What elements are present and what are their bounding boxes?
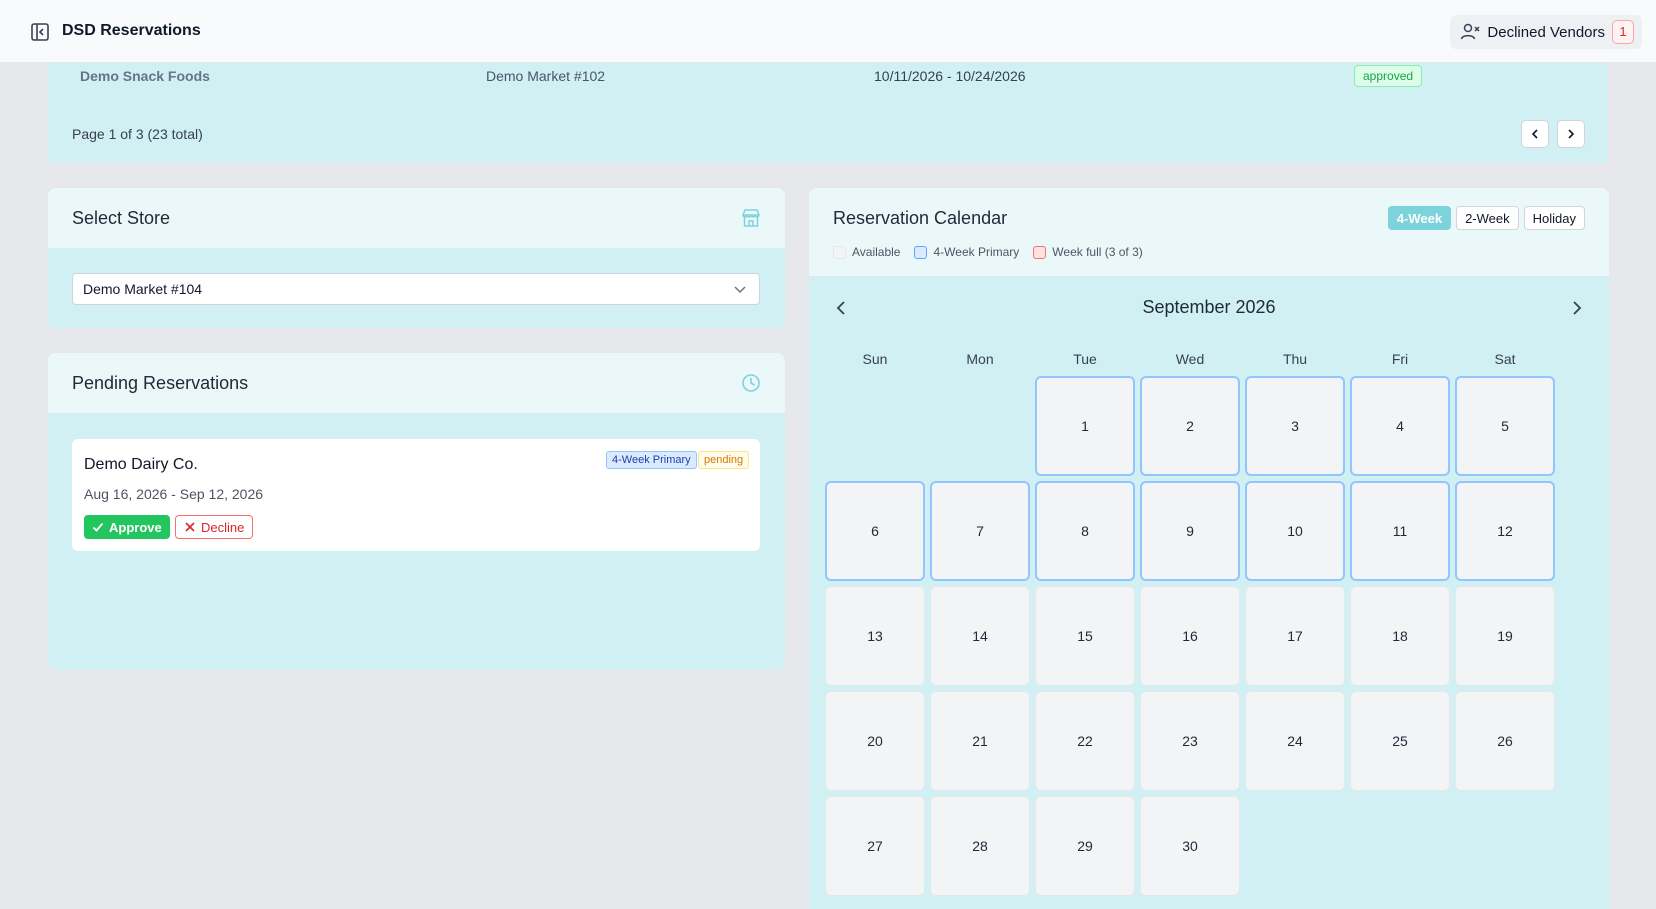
weekday-header: Wed [1175,351,1205,367]
legend-full: Week full (3 of 3) [1033,245,1143,259]
calendar-day[interactable]: 11 [1350,481,1450,581]
calendar-day[interactable]: 17 [1245,586,1345,686]
declined-vendors-label: Declined Vendors [1487,23,1605,41]
calendar-day[interactable]: 3 [1245,376,1345,476]
calendar-day[interactable]: 6 [825,481,925,581]
chevron-right-icon[interactable] [1567,298,1587,318]
weekday-header: Fri [1391,351,1409,367]
calendar-day[interactable]: 29 [1035,796,1135,896]
calendar-legend: Available 4-Week Primary Week full (3 of… [833,245,1143,259]
reservation-type-badge: 4-Week Primary [606,451,697,469]
decline-button[interactable]: Decline [175,515,254,539]
primary-swatch [914,245,928,259]
reservation-calendar-card: Reservation Calendar 4-Week 2-Week Holid… [809,188,1609,909]
top-bar: DSD Reservations Declined Vendors 1 [0,0,1656,63]
calendar-day[interactable]: 20 [825,691,925,791]
available-swatch [833,245,846,259]
approve-button[interactable]: Approve [84,515,170,539]
status-badge: approved [1354,65,1423,87]
declined-count-badge: 1 [1612,20,1634,44]
calendar-day[interactable]: 12 [1455,481,1555,581]
calendar-day[interactable]: 13 [825,586,925,686]
store-select[interactable]: Demo Market #104 [72,273,760,305]
calendar-day[interactable]: 19 [1455,586,1555,686]
calendar-day[interactable]: 1 [1035,376,1135,476]
sidebar-toggle-icon[interactable] [30,22,50,42]
weekday-header: Tue [1073,351,1097,367]
chevron-right-icon [1568,129,1575,139]
pagination-info: Page 1 of 3 (23 total) [72,126,203,142]
month-title: September 2026 [1142,297,1276,317]
previous-page-button[interactable] [1521,120,1549,148]
calendar-day[interactable]: 27 [825,796,925,896]
legend-primary-label: 4-Week Primary [933,245,1020,259]
legend-primary: 4-Week Primary [914,245,1019,259]
clock-icon [742,374,760,392]
weekday-header: Thu [1282,351,1308,367]
calendar-day[interactable]: 4 [1350,376,1450,476]
pending-vendor-name: Demo Dairy Co. [84,456,198,473]
legend-available-label: Available [852,245,901,259]
chevron-left-icon [1531,129,1538,139]
calendar-day[interactable]: 2 [1140,376,1240,476]
cell-store: Demo Market #102 [486,68,606,84]
pending-header: Pending Reservations [48,353,785,413]
close-icon [185,522,195,532]
declined-vendors-button[interactable]: Declined Vendors 1 [1450,15,1642,49]
select-store-card: Select Store Demo Market #104 [48,188,785,328]
calendar-day[interactable]: 16 [1140,586,1240,686]
calendar-day[interactable]: 10 [1245,481,1345,581]
select-store-title: Select Store [72,208,171,228]
calendar-title: Reservation Calendar [833,208,1008,228]
calendar-header: Reservation Calendar 4-Week 2-Week Holid… [809,188,1609,276]
weekday-header: Mon [966,351,994,367]
select-store-header: Select Store [48,188,785,248]
next-page-button[interactable] [1557,120,1585,148]
store-select-value: Demo Market #104 [83,281,203,297]
store-icon [742,209,760,227]
calendar-day[interactable]: 28 [930,796,1030,896]
calendar-day[interactable]: 5 [1455,376,1555,476]
view-2-week-button[interactable]: 2-Week [1456,206,1519,230]
calendar-day[interactable]: 7 [930,481,1030,581]
chevron-down-icon [734,286,746,294]
pending-title: Pending Reservations [72,373,249,393]
reservations-table-panel: Demo Snack Foods Demo Market #102 10/11/… [48,63,1608,163]
month-navigation: September 2026 [809,293,1609,323]
calendar-day[interactable]: 25 [1350,691,1450,791]
calendar-day[interactable]: 22 [1035,691,1135,791]
user-x-icon [1461,23,1480,40]
pending-reservation-item: Demo Dairy Co. 4-Week Primary pending Au… [72,439,760,551]
calendar-day[interactable]: 26 [1455,691,1555,791]
calendar-view-toggle: 4-Week 2-Week Holiday [1387,206,1585,230]
view-holiday-button[interactable]: Holiday [1523,206,1585,230]
weekday-header: Sun [862,351,888,367]
cell-vendor: Demo Snack Foods [80,68,210,84]
legend-available: Available [833,245,900,259]
week-full-swatch [1033,245,1047,259]
pending-date-range: Aug 16, 2026 - Sep 12, 2026 [84,486,264,502]
check-icon [92,522,104,532]
pending-reservations-card: Pending Reservations Demo Dairy Co. 4-We… [48,353,785,670]
app-title: DSD Reservations [62,22,201,39]
calendar-day[interactable]: 21 [930,691,1030,791]
cell-dates: 10/11/2026 - 10/24/2026 [874,68,1026,84]
approve-label: Approve [109,519,162,535]
table-row[interactable]: Demo Snack Foods Demo Market #102 10/11/… [48,63,1608,89]
calendar-day[interactable]: 9 [1140,481,1240,581]
calendar-day[interactable]: 14 [930,586,1030,686]
calendar-day[interactable]: 24 [1245,691,1345,791]
calendar-day[interactable]: 8 [1035,481,1135,581]
calendar-day[interactable]: 15 [1035,586,1135,686]
calendar-day[interactable]: 30 [1140,796,1240,896]
pending-status-badge: pending [698,451,750,469]
calendar-day[interactable]: 18 [1350,586,1450,686]
weekday-header: Sat [1494,351,1516,367]
calendar-day[interactable]: 23 [1140,691,1240,791]
decline-label: Decline [201,519,245,535]
legend-full-label: Week full (3 of 3) [1052,245,1143,259]
view-4-week-button[interactable]: 4-Week [1387,206,1452,230]
